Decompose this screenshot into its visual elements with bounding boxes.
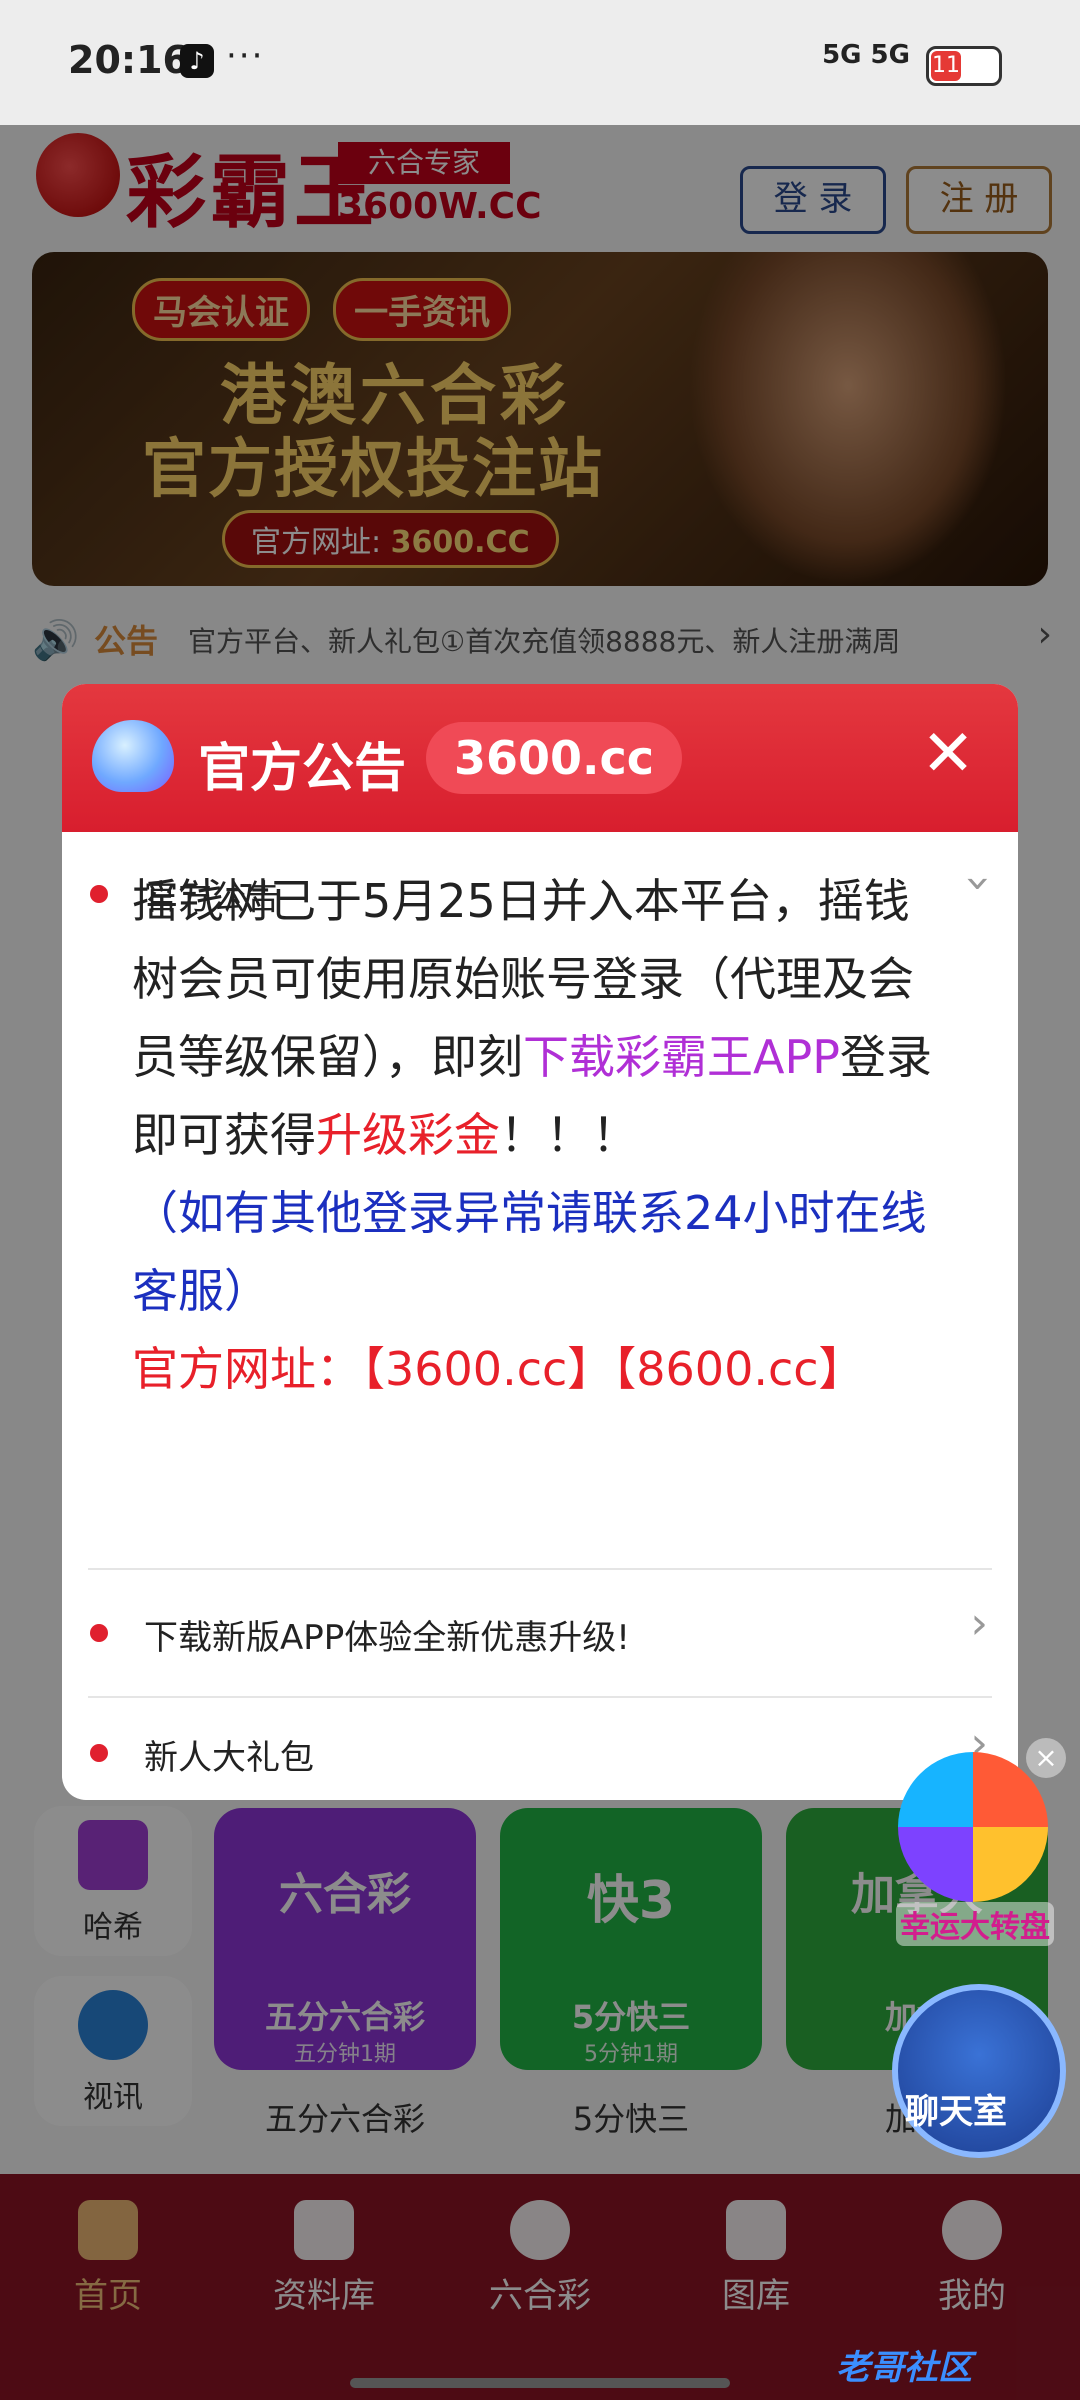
bullet-dot-icon	[90, 885, 108, 903]
announcement-content: 摇钱树已于5月25日并入本平台，摇钱树会员可使用原始账号登录（代理及会员等级保留…	[132, 862, 952, 1408]
watermark: 老哥社区	[836, 2348, 972, 2388]
modal-title: 官方公告	[198, 739, 407, 799]
chevron-right-icon: ›	[970, 1598, 988, 1649]
bonus-highlight: 升级彩金	[316, 1108, 500, 1162]
download-app-link[interactable]: 下载彩霸王APP	[523, 1030, 840, 1084]
battery-icon: 11	[926, 46, 1002, 86]
chat-room-label[interactable]: 聊天室	[905, 2084, 1007, 2133]
more-notifications-icon: ···	[226, 36, 265, 76]
accordion-download-app[interactable]: 下载新版APP体验全新优惠升级! ›	[62, 1570, 1018, 1696]
lucky-wheel-label[interactable]: 幸运大转盘	[896, 1902, 1054, 1946]
content-text: ！！！	[500, 1108, 638, 1162]
accordion-title: 下载新版APP体验全新优惠升级!	[144, 1618, 630, 1658]
close-icon[interactable]: ✕	[908, 714, 988, 794]
bullet-dot-icon	[90, 1624, 108, 1642]
modal-header: 官方公告 3600.cc ✕	[62, 684, 1018, 832]
signal-icon: 5G 5G	[822, 40, 910, 70]
battery-level: 11	[931, 51, 961, 81]
status-time: 20:16	[68, 38, 189, 82]
close-icon[interactable]: ×	[1026, 1738, 1066, 1778]
modal-domain-badge: 3600.cc	[426, 722, 683, 794]
home-indicator[interactable]	[350, 2378, 730, 2388]
lucky-wheel-icon[interactable]	[898, 1752, 1048, 1902]
announcement-modal: 官方公告 3600.cc ✕ 官方公告 › 摇钱树已于5月25日并入本平台，摇钱…	[62, 684, 1018, 1800]
tiktok-icon: ♪	[180, 44, 214, 78]
bullet-dot-icon	[90, 1744, 108, 1762]
accordion-title: 新人大礼包	[144, 1738, 314, 1778]
official-urls: 官方网址：【3600.cc】【8600.cc】	[132, 1342, 865, 1396]
cloud-chat-icon	[92, 720, 174, 792]
status-bar: 20:16 ♪ ··· 5G 5G 11	[0, 0, 1080, 125]
support-note: （如有其他登录异常请联系24小时在线客服）	[132, 1186, 927, 1318]
accordion-newbie-gift[interactable]: 新人大礼包 ›	[62, 1698, 1018, 1800]
chevron-down-icon: ›	[953, 874, 1005, 893]
